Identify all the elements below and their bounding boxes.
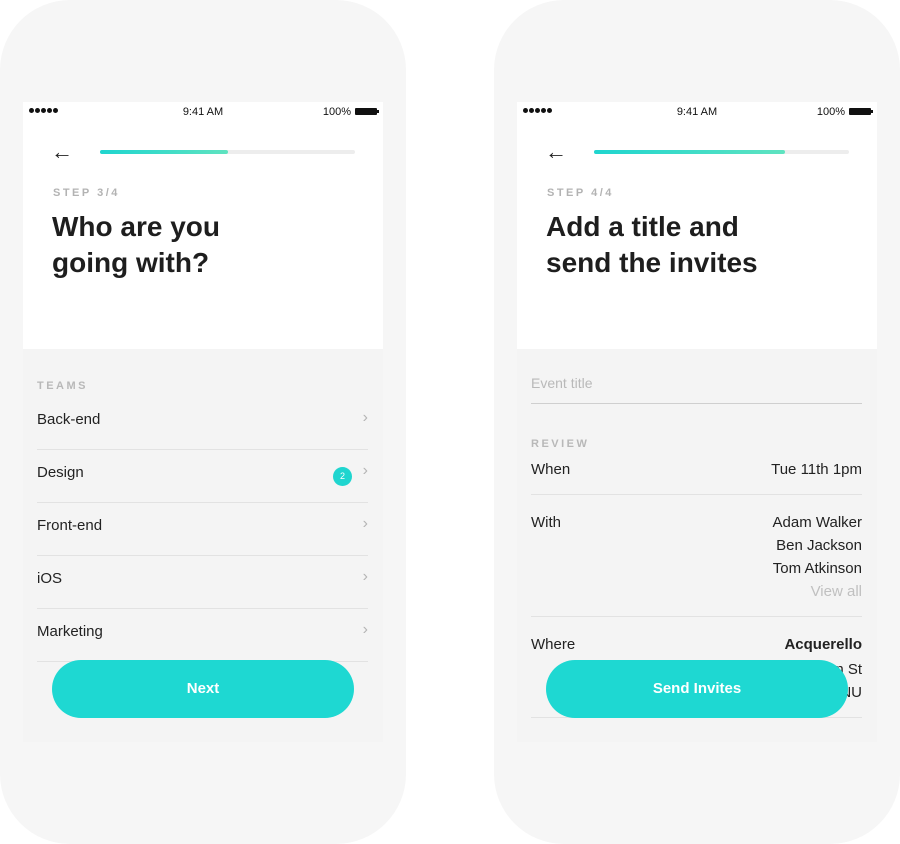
selected-count-badge: 2	[333, 467, 352, 486]
arrow-left-icon[interactable]: ←	[545, 141, 569, 163]
page-title-line: Who are you	[52, 211, 221, 242]
team-label: Front-end	[37, 517, 103, 534]
review-value: Tue 11th 1pm	[771, 461, 862, 478]
review-key: With	[531, 514, 561, 531]
section-label-teams: TEAMS	[37, 380, 88, 392]
chevron-right-icon: ›	[362, 409, 368, 426]
section-label-review: REVIEW	[531, 438, 590, 450]
next-button[interactable]: Next	[52, 660, 354, 718]
chevron-right-icon: ›	[362, 462, 368, 479]
send-invites-button[interactable]: Send Invites	[546, 660, 848, 718]
header-area: 9:41 AM 100% ← STEP 3/4 Who are you goin…	[23, 102, 383, 349]
review-key: When	[531, 461, 571, 478]
team-label: iOS	[37, 570, 63, 587]
progress-fill	[100, 150, 228, 154]
screen-step-4: 9:41 AM 100% ← STEP 4/4 Add a title and …	[517, 102, 877, 742]
attendee-name: Tom Atkinson	[772, 560, 862, 577]
header-area: 9:41 AM 100% ← STEP 4/4 Add a title and …	[517, 102, 877, 349]
status-bar: 9:41 AM 100%	[517, 102, 877, 124]
step-label: STEP 3/4	[53, 187, 120, 199]
team-row-design[interactable]: Design 2 ›	[37, 450, 368, 503]
team-label: Back-end	[37, 411, 101, 428]
team-label: Marketing	[37, 623, 103, 640]
page-title: Who are you going with?	[52, 209, 352, 281]
view-all-link[interactable]: View all	[811, 583, 862, 600]
team-row-back-end[interactable]: Back-end ›	[37, 397, 368, 450]
chevron-right-icon: ›	[362, 515, 368, 532]
page-title-line: Add a title and	[546, 211, 739, 242]
team-label: Design	[37, 464, 84, 481]
battery-percentage: 100%	[816, 106, 845, 118]
review-row-with: With Adam Walker Ben Jackson Tom Atkinso…	[531, 495, 862, 617]
team-row-ios[interactable]: iOS ›	[37, 556, 368, 609]
page-title-line: send the invites	[546, 247, 758, 278]
chevron-right-icon: ›	[362, 568, 368, 585]
progress-bar	[100, 150, 355, 154]
battery-percentage: 100%	[322, 106, 351, 118]
chevron-right-icon: ›	[362, 621, 368, 638]
arrow-left-icon[interactable]: ←	[51, 141, 75, 163]
battery-icon	[849, 108, 873, 115]
attendee-name: Ben Jackson	[776, 537, 862, 554]
venue-name: Acquerello	[784, 636, 862, 653]
team-row-front-end[interactable]: Front-end ›	[37, 503, 368, 556]
status-bar: 9:41 AM 100%	[23, 102, 383, 124]
attendee-name: Adam Walker	[772, 514, 862, 531]
screen-step-3: 9:41 AM 100% ← STEP 3/4 Who are you goin…	[23, 102, 383, 742]
step-label: STEP 4/4	[547, 187, 614, 199]
event-title-input[interactable]	[531, 368, 862, 404]
page-title-line: going with?	[52, 247, 210, 278]
review-key: Where	[531, 636, 576, 653]
page-title: Add a title and send the invites	[546, 209, 846, 281]
battery-icon	[355, 108, 379, 115]
team-row-marketing[interactable]: Marketing ›	[37, 609, 368, 662]
progress-fill	[594, 150, 786, 154]
progress-bar	[594, 150, 849, 154]
review-row-when: When Tue 11th 1pm	[531, 452, 862, 495]
